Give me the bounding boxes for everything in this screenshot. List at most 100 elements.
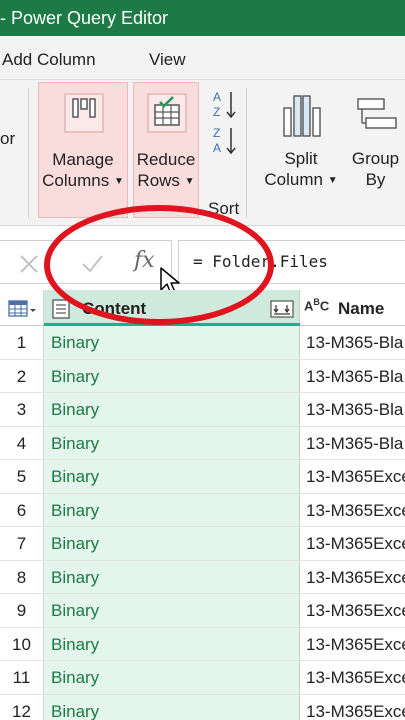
- table-menu-header[interactable]: [0, 290, 44, 326]
- svg-text:Z: Z: [213, 105, 220, 119]
- group-by-button[interactable]: Group By: [346, 82, 405, 218]
- name-cell[interactable]: 13-M365Exce: [300, 661, 405, 694]
- table-row[interactable]: 6 Binary 13-M365Exce: [0, 493, 405, 527]
- name-cell[interactable]: 13-M365Exce: [300, 460, 405, 493]
- name-cell[interactable]: 13-M365-Bla: [300, 360, 405, 393]
- content-cell[interactable]: Binary: [44, 460, 300, 493]
- name-cell[interactable]: 13-M365Exce: [300, 594, 405, 627]
- sort-ascending-icon: A Z: [213, 90, 236, 119]
- group-by-icon: [357, 98, 397, 129]
- table-row[interactable]: 7 Binary 13-M365Exce: [0, 527, 405, 561]
- name-cell[interactable]: 13-M365Exce: [300, 695, 405, 720]
- row-number[interactable]: 4: [0, 426, 44, 459]
- content-cell[interactable]: Binary: [44, 627, 300, 660]
- binary-type-icon: [52, 299, 70, 319]
- menu-bar: Add Column View: [0, 36, 405, 80]
- name-cell[interactable]: 13-M365-Bla: [300, 393, 405, 426]
- name-cell[interactable]: 13-M365Exce: [300, 494, 405, 527]
- content-cell[interactable]: Binary: [44, 326, 300, 359]
- name-cell[interactable]: 13-M365Exce: [300, 527, 405, 560]
- svg-text:Z: Z: [213, 126, 220, 140]
- column-header-name-label: Name: [338, 299, 385, 318]
- ribbon-partial-label: or: [0, 129, 16, 148]
- split-column-button[interactable]: Split Column ▼: [258, 82, 344, 218]
- sort-descending-button[interactable]: Z A: [212, 124, 240, 158]
- close-icon[interactable]: [18, 253, 40, 275]
- content-cell[interactable]: Binary: [44, 594, 300, 627]
- row-number[interactable]: 11: [0, 661, 44, 694]
- check-icon[interactable]: [80, 253, 104, 275]
- content-cell[interactable]: Binary: [44, 393, 300, 426]
- text-type-icon: ABC: [304, 297, 330, 314]
- column-header-name[interactable]: ABC Name: [300, 290, 405, 326]
- row-number[interactable]: 3: [0, 393, 44, 426]
- formula-tools: fx: [0, 240, 172, 284]
- table-row[interactable]: 1 Binary 13-M365-Bla: [0, 326, 405, 360]
- chevron-down-icon: ▼: [184, 176, 195, 188]
- chevron-down-icon: ▼: [327, 175, 338, 187]
- sort-ascending-button[interactable]: A Z: [212, 88, 240, 122]
- table-row[interactable]: 12 Binary 13-M365Exce: [0, 694, 405, 720]
- row-number[interactable]: 12: [0, 694, 44, 720]
- table-row[interactable]: 10 Binary 13-M365Exce: [0, 627, 405, 661]
- manage-columns-label-1: Manage: [52, 150, 114, 169]
- name-cell[interactable]: 13-M365Exce: [300, 561, 405, 594]
- sort-group-label: Sort: [208, 199, 240, 218]
- row-number[interactable]: 7: [0, 527, 44, 560]
- group-by-label-2: By: [365, 170, 386, 189]
- reduce-rows-label-1: Reduce: [136, 150, 196, 169]
- formula-input[interactable]: = Folder.Files: [178, 240, 405, 284]
- row-number[interactable]: 10: [0, 627, 44, 660]
- table-row[interactable]: 5 Binary 13-M365Exce: [0, 460, 405, 494]
- name-cell[interactable]: 13-M365-Bla: [300, 427, 405, 460]
- formula-bar: fx = Folder.Files: [0, 238, 405, 288]
- column-header-content[interactable]: Content: [44, 290, 300, 326]
- manage-columns-label-2: Columns: [42, 171, 110, 190]
- table-row[interactable]: 3 Binary 13-M365-Bla: [0, 393, 405, 427]
- column-header-content-label: Content: [82, 299, 147, 318]
- content-cell[interactable]: Binary: [44, 359, 300, 392]
- name-cell[interactable]: 13-M365-Bla: [300, 326, 405, 359]
- menu-view[interactable]: View: [149, 50, 186, 70]
- table-row[interactable]: 4 Binary 13-M365-Bla: [0, 426, 405, 460]
- sort-descending-icon: Z A: [213, 126, 236, 155]
- row-number[interactable]: 6: [0, 493, 44, 526]
- ribbon-separator: [28, 88, 29, 218]
- content-cell[interactable]: Binary: [44, 426, 300, 459]
- table-row[interactable]: 9 Binary 13-M365Exce: [0, 594, 405, 628]
- split-column-label-2: Column: [264, 170, 323, 189]
- table-row[interactable]: 11 Binary 13-M365Exce: [0, 661, 405, 695]
- row-number[interactable]: 8: [0, 560, 44, 593]
- fx-button[interactable]: fx: [134, 248, 155, 273]
- svg-text:A: A: [213, 90, 221, 104]
- ribbon-separator: [246, 88, 247, 218]
- row-number[interactable]: 2: [0, 359, 44, 392]
- name-cell[interactable]: 13-M365Exce: [300, 628, 405, 661]
- table-row[interactable]: 2 Binary 13-M365-Bla: [0, 359, 405, 393]
- row-number[interactable]: 1: [0, 326, 44, 359]
- title-bar: - Power Query Editor: [0, 0, 405, 36]
- chevron-down-icon: ▼: [113, 176, 124, 188]
- content-cell[interactable]: Binary: [44, 694, 300, 720]
- split-column-label-1: Split: [284, 149, 318, 168]
- table-icon: [8, 300, 36, 317]
- table-row[interactable]: 8 Binary 13-M365Exce: [0, 560, 405, 594]
- manage-columns-icon: [64, 93, 104, 133]
- ribbon: or Manage Columns ▼ Reduce Rows ▼ A Z Z …: [0, 80, 405, 226]
- split-column-icon: [283, 95, 321, 137]
- content-cell[interactable]: Binary: [44, 493, 300, 526]
- content-cell[interactable]: Binary: [44, 527, 300, 560]
- reduce-rows-icon: [147, 93, 187, 133]
- reduce-rows-button[interactable]: Reduce Rows ▼: [133, 82, 199, 218]
- content-cell[interactable]: Binary: [44, 560, 300, 593]
- content-cell[interactable]: Binary: [44, 661, 300, 694]
- expand-binary-icon[interactable]: [270, 300, 294, 318]
- reduce-rows-label-2: Rows: [137, 171, 180, 190]
- window-title: - Power Query Editor: [0, 8, 169, 28]
- manage-columns-button[interactable]: Manage Columns ▼: [38, 82, 128, 218]
- data-grid: Content ABC Name 1 Binary 13-M365-Bla 2 Bina…: [0, 290, 405, 720]
- menu-add-column[interactable]: Add Column: [2, 50, 96, 70]
- row-number[interactable]: 5: [0, 460, 44, 493]
- group-by-label-1: Group: [351, 149, 400, 168]
- row-number[interactable]: 9: [0, 594, 44, 627]
